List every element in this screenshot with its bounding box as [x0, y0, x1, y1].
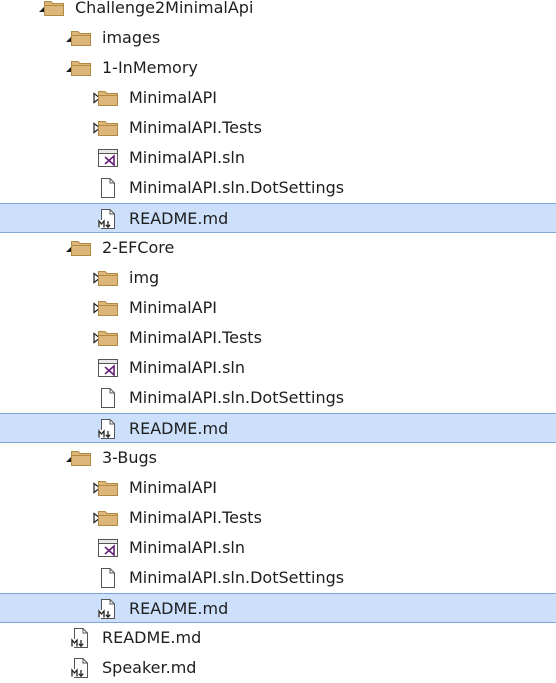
visual-studio-solution-icon: [97, 538, 119, 558]
tree-item-folder[interactable]: MinimalAPI: [0, 473, 556, 503]
tree-item-label: README.md: [129, 599, 229, 618]
tree-item-md[interactable]: Speaker.md: [0, 653, 556, 683]
tree-item-sln[interactable]: MinimalAPI.sln: [0, 353, 556, 383]
tree-item-label: MinimalAPI.sln.DotSettings: [129, 388, 345, 407]
tree-item-label: MinimalAPI: [129, 88, 217, 107]
tree-item-label: MinimalAPI: [129, 478, 217, 497]
tree-item-folder[interactable]: img: [0, 263, 556, 293]
tree-item-label: MinimalAPI.sln: [129, 538, 245, 557]
tree-item-label: README.md: [129, 209, 229, 228]
markdown-file-icon: [97, 599, 119, 619]
folder-icon: [97, 298, 119, 318]
tree-item-label: MinimalAPI.Tests: [129, 118, 262, 137]
tree-item-label: 1-InMemory: [102, 58, 198, 77]
tree-item-md[interactable]: README.md: [0, 203, 556, 233]
folder-icon: [97, 118, 119, 138]
folder-icon: [70, 448, 92, 468]
tree-item-md[interactable]: README.md: [0, 623, 556, 653]
tree-item-label: README.md: [102, 628, 202, 647]
folder-icon: [97, 88, 119, 108]
tree-item-sln[interactable]: MinimalAPI.sln: [0, 143, 556, 173]
tree-item-folder[interactable]: images: [0, 23, 556, 53]
tree-item-folder[interactable]: 1-InMemory: [0, 53, 556, 83]
folder-icon: [97, 478, 119, 498]
file-icon: [97, 568, 119, 588]
tree-item-file[interactable]: MinimalAPI.sln.DotSettings: [0, 563, 556, 593]
tree-item-md[interactable]: README.md: [0, 593, 556, 623]
folder-icon: [97, 508, 119, 528]
folder-icon: [70, 28, 92, 48]
markdown-file-icon: [97, 419, 119, 439]
folder-icon: [97, 328, 119, 348]
folder-icon: [43, 0, 65, 18]
visual-studio-solution-icon: [97, 358, 119, 378]
visual-studio-solution-icon: [97, 148, 119, 168]
tree-item-md[interactable]: README.md: [0, 413, 556, 443]
tree-item-label: MinimalAPI.sln.DotSettings: [129, 178, 345, 197]
tree-item-label: Speaker.md: [102, 658, 197, 677]
tree-item-file[interactable]: MinimalAPI.sln.DotSettings: [0, 173, 556, 203]
file-icon: [97, 178, 119, 198]
tree-item-label: MinimalAPI.Tests: [129, 328, 262, 347]
tree-item-folder[interactable]: MinimalAPI.Tests: [0, 503, 556, 533]
tree-item-label: MinimalAPI.sln: [129, 358, 245, 377]
tree-item-label: MinimalAPI.sln.DotSettings: [129, 568, 345, 587]
folder-icon: [70, 238, 92, 258]
tree-item-folder[interactable]: MinimalAPI.Tests: [0, 113, 556, 143]
tree-item-folder[interactable]: MinimalAPI: [0, 293, 556, 323]
file-icon: [97, 388, 119, 408]
tree-item-label: Challenge2MinimalApi: [75, 0, 254, 17]
tree-item-label: MinimalAPI: [129, 298, 217, 317]
tree-item-label: img: [129, 268, 160, 287]
tree-item-sln[interactable]: MinimalAPI.sln: [0, 533, 556, 563]
tree-item-folder[interactable]: MinimalAPI: [0, 83, 556, 113]
tree-item-label: MinimalAPI.Tests: [129, 508, 262, 527]
tree-item-label: README.md: [129, 419, 229, 438]
tree-item-folder[interactable]: Challenge2MinimalApi: [0, 0, 556, 23]
tree-item-file[interactable]: MinimalAPI.sln.DotSettings: [0, 383, 556, 413]
tree-item-folder[interactable]: MinimalAPI.Tests: [0, 323, 556, 353]
markdown-file-icon: [70, 658, 92, 678]
markdown-file-icon: [70, 628, 92, 648]
markdown-file-icon: [97, 209, 119, 229]
tree-item-label: MinimalAPI.sln: [129, 148, 245, 167]
tree-item-label: 2-EFCore: [102, 238, 175, 257]
solution-explorer-tree: Challenge2MinimalApi images 1-InMemory Mini…: [0, 0, 556, 682]
folder-icon: [97, 268, 119, 288]
tree-item-label: images: [102, 28, 161, 47]
tree-item-label: 3-Bugs: [102, 448, 157, 467]
tree-item-folder[interactable]: 2-EFCore: [0, 233, 556, 263]
folder-icon: [70, 58, 92, 78]
tree-item-folder[interactable]: 3-Bugs: [0, 443, 556, 473]
